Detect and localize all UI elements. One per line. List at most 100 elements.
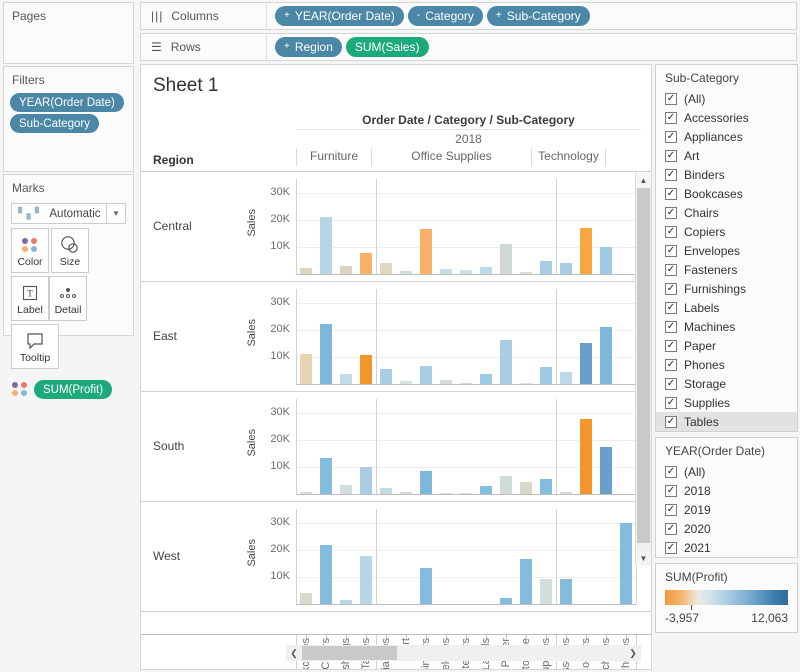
vertical-scrollbar[interactable]: ▲ ▼ bbox=[635, 173, 651, 566]
marks-size-button[interactable]: Size bbox=[51, 228, 89, 273]
sub-category-filter-item[interactable]: ✓Phones bbox=[656, 355, 797, 374]
column-pill-sub-category[interactable]: + Sub-Category bbox=[487, 6, 590, 26]
bar-mark[interactable] bbox=[420, 366, 432, 384]
sub-category-filter-item[interactable]: ✓Labels bbox=[656, 298, 797, 317]
sub-category-filter-item[interactable]: ✓Tables bbox=[656, 412, 797, 431]
filter-pill-sub-category[interactable]: Sub-Category bbox=[10, 114, 99, 133]
checkbox-icon[interactable]: ✓ bbox=[665, 207, 677, 219]
checkbox-icon[interactable]: ✓ bbox=[665, 416, 677, 428]
bar-mark[interactable] bbox=[360, 556, 372, 604]
mark-type-dropdown[interactable]: ▘▖▘ Automatic ▼ bbox=[11, 203, 126, 224]
bar-mark[interactable] bbox=[300, 354, 312, 384]
marks-label-button[interactable]: T Label bbox=[11, 276, 49, 321]
scroll-up-arrow-icon[interactable]: ▲ bbox=[636, 173, 651, 188]
checkbox-icon[interactable]: ✓ bbox=[665, 188, 677, 200]
bar-mark[interactable] bbox=[320, 324, 332, 384]
sub-category-filter-item[interactable]: ✓Fasteners bbox=[656, 260, 797, 279]
vertical-scroll-thumb[interactable] bbox=[637, 188, 650, 543]
year-filter-item[interactable]: ✓2020 bbox=[656, 519, 797, 538]
bar-mark[interactable] bbox=[540, 479, 552, 494]
year-filter-item[interactable]: ✓2018 bbox=[656, 481, 797, 500]
checkbox-icon[interactable]: ✓ bbox=[665, 302, 677, 314]
columns-shelf[interactable]: ||| Columns + YEAR(Order Date) - Categor… bbox=[140, 2, 797, 30]
sub-category-filter-item[interactable]: ✓Binders bbox=[656, 165, 797, 184]
bar-mark[interactable] bbox=[500, 340, 512, 385]
bar-mark[interactable] bbox=[320, 217, 332, 274]
horizontal-scroll-thumb[interactable] bbox=[302, 646, 397, 660]
bar-mark[interactable] bbox=[560, 579, 572, 604]
bar-mark[interactable] bbox=[500, 476, 512, 494]
category-header-office-supplies[interactable]: Office Supplies bbox=[371, 149, 531, 166]
checkbox-icon[interactable]: ✓ bbox=[665, 523, 677, 535]
sub-category-filter-item[interactable]: ✓(All) bbox=[656, 89, 797, 108]
rows-shelf[interactable]: ☰ Rows + Region SUM(Sales) bbox=[140, 33, 797, 61]
sub-category-filter-item[interactable]: ✓Envelopes bbox=[656, 241, 797, 260]
checkbox-icon[interactable]: ✓ bbox=[665, 226, 677, 238]
bar-mark[interactable] bbox=[320, 545, 332, 604]
checkbox-icon[interactable]: ✓ bbox=[665, 264, 677, 276]
checkbox-icon[interactable]: ✓ bbox=[665, 150, 677, 162]
sub-category-filter-item[interactable]: ✓Paper bbox=[656, 336, 797, 355]
marks-detail-button[interactable]: Detail bbox=[49, 276, 87, 321]
region-row-label[interactable]: West bbox=[153, 549, 180, 563]
expand-plus-icon[interactable]: + bbox=[284, 42, 290, 52]
checkbox-icon[interactable]: ✓ bbox=[665, 93, 677, 105]
checkbox-icon[interactable]: ✓ bbox=[665, 485, 677, 497]
bar-mark[interactable] bbox=[600, 447, 612, 495]
bar-mark[interactable] bbox=[420, 229, 432, 274]
bar-mark[interactable] bbox=[520, 559, 532, 604]
bar-mark[interactable] bbox=[480, 486, 492, 494]
sub-category-filter-item[interactable]: ✓Art bbox=[656, 146, 797, 165]
bar-mark[interactable] bbox=[320, 458, 332, 494]
bar-mark[interactable] bbox=[360, 467, 372, 494]
sub-category-filter-item[interactable]: ✓Accessories bbox=[656, 108, 797, 127]
bar-mark[interactable] bbox=[480, 267, 492, 274]
row-pill-sum-sales[interactable]: SUM(Sales) bbox=[346, 37, 429, 57]
checkbox-icon[interactable]: ✓ bbox=[665, 169, 677, 181]
horizontal-scrollbar[interactable]: ❮ ❯ bbox=[286, 645, 641, 661]
checkbox-icon[interactable]: ✓ bbox=[665, 245, 677, 257]
column-pill-year-order-date[interactable]: + YEAR(Order Date) bbox=[275, 6, 404, 26]
scroll-left-arrow-icon[interactable]: ❮ bbox=[286, 648, 302, 659]
checkbox-icon[interactable]: ✓ bbox=[665, 542, 677, 554]
bar-mark[interactable] bbox=[540, 579, 552, 604]
marks-tooltip-button[interactable]: Tooltip bbox=[11, 324, 59, 369]
sub-category-filter-item[interactable]: ✓Copiers bbox=[656, 222, 797, 241]
bar-mark[interactable] bbox=[540, 261, 552, 274]
region-row-label[interactable]: Central bbox=[153, 219, 192, 233]
bar-mark[interactable] bbox=[360, 355, 372, 384]
year-filter-item[interactable]: ✓(All) bbox=[656, 462, 797, 481]
bar-mark[interactable] bbox=[580, 228, 592, 274]
bar-mark[interactable] bbox=[500, 244, 512, 274]
bar-mark[interactable] bbox=[380, 263, 392, 274]
year-filter-item[interactable]: ✓2019 bbox=[656, 500, 797, 519]
checkbox-icon[interactable]: ✓ bbox=[665, 131, 677, 143]
bar-mark[interactable] bbox=[560, 372, 572, 384]
marks-color-button[interactable]: Color bbox=[11, 228, 49, 273]
bar-mark[interactable] bbox=[580, 419, 592, 494]
year-filter-item[interactable]: ✓2021 bbox=[656, 538, 797, 557]
expand-plus-icon[interactable]: + bbox=[496, 11, 502, 21]
bar-mark[interactable] bbox=[520, 482, 532, 494]
bar-mark[interactable] bbox=[360, 253, 372, 274]
bar-mark[interactable] bbox=[420, 471, 432, 494]
bar-mark[interactable] bbox=[600, 247, 612, 274]
region-row-label[interactable]: East bbox=[153, 329, 177, 343]
checkbox-icon[interactable]: ✓ bbox=[665, 466, 677, 478]
checkbox-icon[interactable]: ✓ bbox=[665, 504, 677, 516]
chevron-down-icon[interactable]: ▼ bbox=[106, 204, 125, 223]
checkbox-icon[interactable]: ✓ bbox=[665, 321, 677, 333]
sub-category-filter-item[interactable]: ✓Bookcases bbox=[656, 184, 797, 203]
category-header-furniture[interactable]: Furniture bbox=[296, 149, 371, 166]
scroll-down-arrow-icon[interactable]: ▼ bbox=[636, 551, 651, 566]
bar-mark[interactable] bbox=[380, 369, 392, 384]
sub-category-filter-item[interactable]: ✓Storage bbox=[656, 374, 797, 393]
column-pill-category[interactable]: - Category bbox=[408, 6, 483, 26]
bar-mark[interactable] bbox=[480, 374, 492, 384]
bar-mark[interactable] bbox=[620, 523, 632, 604]
category-header-technology[interactable]: Technology bbox=[531, 149, 606, 166]
sub-category-filter-item[interactable]: ✓Machines bbox=[656, 317, 797, 336]
checkbox-icon[interactable]: ✓ bbox=[665, 283, 677, 295]
sub-category-filter-item[interactable]: ✓Furnishings bbox=[656, 279, 797, 298]
bar-mark[interactable] bbox=[600, 327, 612, 384]
